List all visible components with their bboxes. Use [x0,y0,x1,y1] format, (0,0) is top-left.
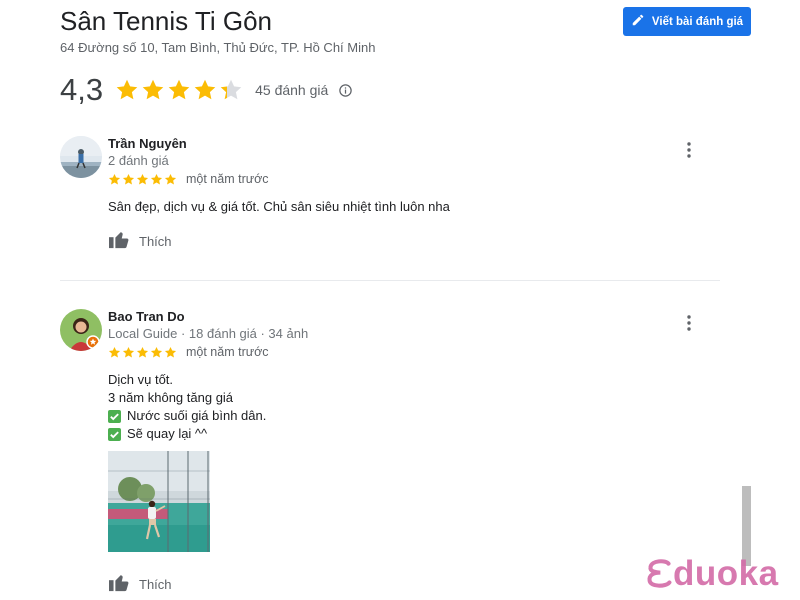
review-divider [60,280,720,281]
reviewer-meta: 2 đánh giá [108,153,169,168]
review-text-line: Sẽ quay lại ^^ [108,425,266,443]
star-icon [108,346,121,357]
average-rating: 4,3 [60,72,104,107]
reviewer-name[interactable]: Bao Tran Do [108,309,185,324]
review-stars [108,173,177,186]
info-icon[interactable] [338,83,353,98]
review-text-item: Sẽ quay lại ^^ [127,426,208,441]
review-text-line: Dịch vụ tốt. [108,372,174,387]
star-icon [164,346,177,357]
like-button[interactable]: Thích [108,229,172,254]
reviewer-name[interactable]: Trần Nguyên [108,136,187,151]
star-icon [122,173,135,184]
rating-summary: 4,3 45 đánh giá [60,70,353,110]
star-icon [164,173,177,184]
star-icon [220,79,242,100]
avatar[interactable] [60,309,102,351]
place-address: 64 Đường số 10, Tam Bình, Thủ Đức, TP. H… [60,40,376,55]
star-icon [194,79,216,100]
review-time: một năm trước [186,345,269,359]
review-photo[interactable] [108,451,210,552]
review-count: 45 đánh giá [255,82,329,98]
review-stars [108,346,177,359]
check-mark-icon [108,427,121,441]
more-vert-icon [687,141,691,163]
review-rating: một năm trước [108,172,269,186]
review-item: Bao Tran Do Local Guide · 18 đánh giá · … [60,309,720,600]
write-review-label: Viết bài đánh giá [651,15,744,28]
thumbs-up-icon [108,572,130,597]
review-text: Dịch vụ tốt. 3 năm không tăng giá Nước s… [108,371,266,443]
check-mark-icon [108,409,121,423]
review-text-line: Nước suối giá bình dân. [108,407,266,425]
reviewer-meta: Local Guide · 18 đánh giá · 34 ảnh [108,326,309,341]
star-icon [116,79,138,100]
review-time: một năm trước [186,172,269,186]
review-rating: một năm trước [108,345,269,359]
like-label: Thích [139,234,172,249]
average-stars [115,78,243,102]
star-icon [150,173,163,184]
like-label: Thích [139,577,172,592]
star-icon [136,173,149,184]
place-title: Sân Tennis Ti Gôn [60,6,272,36]
star-icon [142,79,164,100]
pencil-icon [631,13,645,30]
star-icon [168,79,190,100]
star-icon [150,346,163,357]
like-button[interactable]: Thích [108,572,172,597]
more-options-button[interactable] [680,314,698,336]
write-review-button[interactable]: Viết bài đánh giá [623,7,751,36]
star-icon [136,346,149,357]
review-text-line: 3 năm không tăng giá [108,390,234,405]
avatar[interactable] [60,136,102,178]
star-icon [108,173,121,184]
more-vert-icon [687,314,691,336]
watermark-e-logo [646,554,673,594]
star-icon [122,346,135,357]
review-text: Sân đẹp, dịch vụ & giá tốt. Chủ sân siêu… [108,198,450,216]
review-text-item: Nước suối giá bình dân. [127,408,267,423]
review-text-line: Sân đẹp, dịch vụ & giá tốt. Chủ sân siêu… [108,199,450,214]
review-item: Trần Nguyên 2 đánh giá một năm trước Sân… [60,136,720,266]
more-options-button[interactable] [680,141,698,163]
thumbs-up-icon [108,229,130,254]
watermark-text: duoka [673,554,779,593]
watermark: duoka [646,554,779,594]
